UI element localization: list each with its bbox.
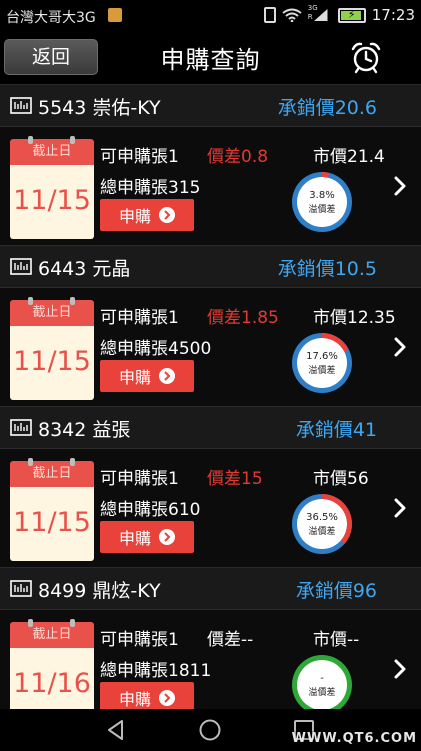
stock-card[interactable]: 8342 益張 承銷價41 截止日 11/15 可申購張1 價差15 市價56 …	[0, 406, 421, 567]
chart-icon	[10, 258, 32, 275]
arrow-right-circle-icon	[159, 690, 175, 706]
subscribe-button[interactable]: 申購	[100, 360, 194, 392]
chevron-right-icon[interactable]	[393, 175, 407, 197]
stock-card[interactable]: 5543 崇佑-KY 承銷價20.6 截止日 11/15 可申購張1 價差0.8…	[0, 84, 421, 245]
chevron-right-icon[interactable]	[393, 336, 407, 358]
subscribe-button[interactable]: 申購	[100, 521, 194, 553]
chart-icon	[10, 419, 32, 436]
carrier-label: 台灣大哥大3G	[6, 10, 96, 26]
premium-ring: 3.8% 溢價差	[290, 170, 354, 234]
subscription-list: 5543 崇佑-KY 承銷價20.6 截止日 11/15 可申購張1 價差0.8…	[0, 84, 421, 728]
stock-header: 8342 益張 承銷價41	[0, 407, 421, 449]
subscribe-label: 申購	[118, 368, 151, 387]
premium-ring: 17.6% 溢價差	[290, 331, 354, 395]
stock-header: 8499 鼎炫-KY 承銷價96	[0, 568, 421, 610]
offer-price: 承銷價10.5	[277, 258, 377, 280]
price-diff: 價差--	[207, 630, 254, 650]
subscribe-label: 申購	[118, 529, 151, 548]
stock-card[interactable]: 8499 鼎炫-KY 承銷價96 截止日 11/16 可申購張1 價差-- 市價…	[0, 567, 421, 728]
market-price: 市價21.4	[313, 147, 385, 167]
chevron-right-icon[interactable]	[393, 497, 407, 519]
market-price: 市價--	[313, 630, 360, 650]
premium-value: 36.5%	[306, 511, 338, 523]
price-diff: 價差15	[207, 469, 263, 489]
premium-ring: - 溢價差	[290, 653, 354, 717]
notification-icon	[108, 8, 122, 22]
premium-caption: 溢價差	[308, 365, 336, 376]
available-lots: 可申購張1	[100, 147, 179, 167]
deadline-calendar: 截止日 11/15	[10, 458, 94, 561]
arrow-right-circle-icon	[159, 529, 175, 545]
deadline-date: 11/15	[10, 165, 94, 239]
chart-icon	[10, 580, 32, 597]
total-subscribed: 總申購張315	[100, 178, 201, 198]
available-lots: 可申購張1	[100, 308, 179, 328]
stock-name: 8499 鼎炫-KY	[38, 580, 161, 602]
subscribe-button[interactable]: 申購	[100, 199, 194, 231]
alarm-clock-icon[interactable]	[349, 40, 383, 74]
premium-caption: 溢價差	[308, 204, 336, 215]
circle-home-icon[interactable]	[198, 718, 222, 742]
chart-icon	[10, 97, 32, 114]
stock-header: 6443 元晶 承銷價10.5	[0, 246, 421, 288]
total-subscribed: 總申購張1811	[100, 661, 212, 681]
premium-caption: 溢價差	[308, 526, 336, 537]
subscribe-label: 申購	[118, 207, 151, 226]
premium-caption: 溢價差	[308, 687, 336, 698]
premium-value: -	[320, 672, 324, 684]
subscribe-label: 申購	[118, 690, 151, 709]
available-lots: 可申購張1	[100, 630, 179, 650]
offer-price: 承銷價20.6	[277, 97, 377, 119]
premium-value: 17.6%	[306, 350, 338, 362]
arrow-right-circle-icon	[159, 368, 175, 384]
total-subscribed: 總申購張4500	[100, 339, 212, 359]
offer-price: 承銷價96	[295, 580, 377, 602]
stock-header: 5543 崇佑-KY 承銷價20.6	[0, 85, 421, 127]
market-price: 市價12.35	[313, 308, 396, 328]
available-lots: 可申購張1	[100, 469, 179, 489]
battery-icon: ⚡	[337, 7, 366, 23]
stock-name: 6443 元晶	[38, 258, 131, 280]
wifi-icon	[282, 8, 302, 22]
clock: 17:23	[371, 6, 415, 24]
vibrate-icon	[263, 7, 276, 23]
premium-value: 3.8%	[309, 189, 335, 201]
offer-price: 承銷價41	[295, 419, 377, 441]
total-subscribed: 總申購張610	[100, 500, 201, 520]
price-diff: 價差1.85	[207, 308, 279, 328]
triangle-back-icon[interactable]	[104, 718, 128, 742]
deadline-calendar: 截止日 11/15	[10, 136, 94, 239]
stock-name: 5543 崇佑-KY	[38, 97, 161, 119]
stock-name: 8342 益張	[38, 419, 131, 441]
status-bar: 台灣大哥大3G 3G R ⚡ 17:23	[0, 0, 421, 32]
deadline-date: 11/15	[10, 326, 94, 400]
calendar-title: 截止日	[10, 622, 94, 648]
deadline-calendar: 截止日 11/15	[10, 297, 94, 400]
navigation-bar: WWW.QT6.COM	[0, 709, 421, 751]
calendar-title: 截止日	[10, 461, 94, 487]
price-diff: 價差0.8	[207, 147, 269, 167]
stock-card[interactable]: 6443 元晶 承銷價10.5 截止日 11/15 可申購張1 價差1.85 市…	[0, 245, 421, 406]
watermark: WWW.QT6.COM	[291, 731, 417, 746]
market-price: 市價56	[313, 469, 369, 489]
chevron-right-icon[interactable]	[393, 658, 407, 680]
deadline-calendar: 截止日 11/16	[10, 619, 94, 722]
premium-ring: 36.5% 溢價差	[290, 492, 354, 556]
signal-icon: 3G R	[308, 4, 332, 23]
deadline-date: 11/15	[10, 487, 94, 561]
calendar-title: 截止日	[10, 139, 94, 165]
app-header: 返回 申購查詢	[0, 32, 421, 84]
calendar-title: 截止日	[10, 300, 94, 326]
arrow-right-circle-icon	[159, 207, 175, 223]
